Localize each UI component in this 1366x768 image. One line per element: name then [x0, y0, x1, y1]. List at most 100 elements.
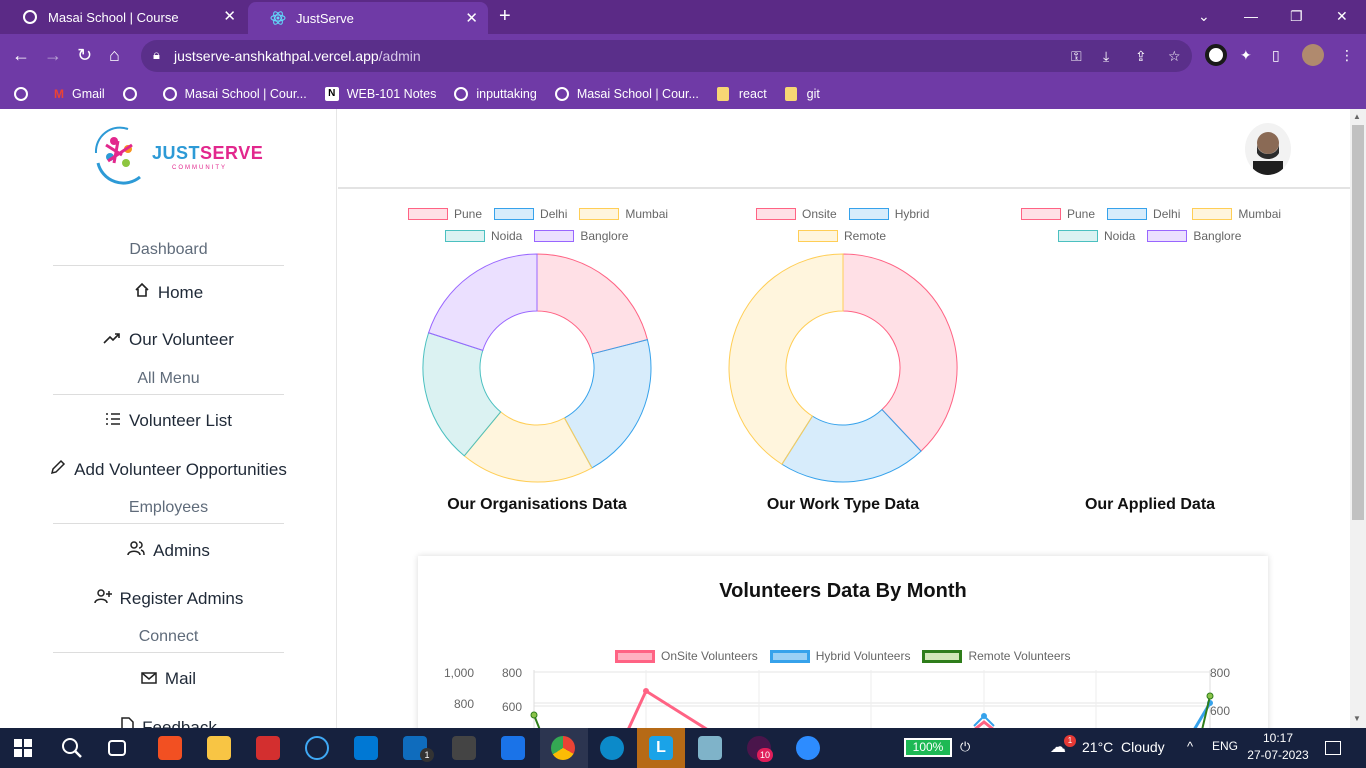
legend-label: Noida: [491, 229, 523, 243]
bookmark-label: git: [806, 86, 820, 101]
sidebar-item-admins[interactable]: Admins: [0, 540, 337, 561]
bookmark-inputtaking[interactable]: inputtaking: [454, 86, 537, 101]
install-icon[interactable]: ⤓: [1103, 47, 1109, 65]
clock-time[interactable]: 10:17: [1250, 731, 1306, 745]
forward-icon[interactable]: →: [44, 44, 62, 66]
battery-indicator[interactable]: 100%: [904, 738, 952, 757]
clock-date[interactable]: 27-07-2023: [1245, 748, 1311, 762]
minimize-icon[interactable]: —: [1244, 8, 1258, 24]
reload-icon[interactable]: ↻: [77, 44, 92, 66]
close-tab-icon[interactable]: ✕: [223, 9, 236, 25]
l-app-icon[interactable]: L: [649, 736, 673, 760]
github-icon[interactable]: [452, 736, 476, 760]
doughnut-slice-banglore[interactable]: [427, 253, 538, 352]
brand-serve: SERVE: [200, 143, 264, 163]
weather-text[interactable]: 21°C Cloudy: [1082, 739, 1165, 755]
sidebar-item-add-opportunities[interactable]: Add Volunteer Opportunities: [0, 459, 337, 480]
bookmark-apps[interactable]: [14, 86, 36, 101]
bookmark-gmail[interactable]: M Gmail: [54, 87, 105, 101]
onsite-point: [643, 688, 649, 694]
profile-avatar[interactable]: [1302, 44, 1324, 66]
notification-icon[interactable]: [1325, 741, 1341, 755]
back-icon[interactable]: ←: [12, 44, 30, 66]
edge-icon[interactable]: [600, 736, 624, 760]
vscode-icon[interactable]: [354, 736, 378, 760]
language-indicator[interactable]: ENG: [1212, 739, 1238, 753]
sidebar-item-our-volunteer[interactable]: Our Volunteer: [0, 330, 337, 350]
organisations-chart-title: Our Organisations Data: [447, 496, 627, 513]
bookmark-label: Masai School | Cour...: [184, 86, 307, 101]
legend-applied-2: Noida Banglore: [1058, 229, 1241, 243]
restore-icon[interactable]: ❐: [1290, 8, 1303, 25]
legend-swatch: [1107, 208, 1148, 220]
store-icon[interactable]: [158, 736, 182, 760]
extension-icon[interactable]: [1205, 44, 1227, 66]
bookmark-label: Masai School | Cour...: [576, 86, 699, 101]
bookmark-masai-2[interactable]: Masai School | Cour...: [554, 86, 699, 101]
sidebar-item-home[interactable]: Home: [0, 282, 337, 303]
users-icon: [127, 540, 145, 561]
sidebar-item-register-admins[interactable]: Register Admins: [0, 588, 337, 609]
zoom-icon[interactable]: [796, 736, 820, 760]
sidebar-item-label: Mail: [164, 669, 197, 688]
slack-badge: 10: [757, 748, 773, 762]
scroll-up-icon[interactable]: ▲: [1353, 112, 1361, 121]
tab-justserve[interactable]: JustServe ✕: [248, 2, 488, 34]
file-explorer-icon[interactable]: [207, 736, 231, 760]
tab-masai[interactable]: Masai School | Course ✕: [0, 0, 246, 34]
sidebar: JUSTSERVE COMMUNITY Dashboard Home Our V…: [0, 109, 337, 728]
c-app-icon[interactable]: [305, 736, 329, 760]
sidebar-item-mail[interactable]: Mail: [0, 669, 337, 689]
globe-icon: [22, 9, 38, 25]
doughnut-slice-pune[interactable]: [536, 253, 649, 355]
gmail-icon: M: [54, 86, 64, 101]
show-hidden-icons[interactable]: ^: [1187, 739, 1193, 754]
windows-start-icon[interactable]: [14, 739, 32, 757]
page-content: JUSTSERVE COMMUNITY Dashboard Home Our V…: [0, 109, 1366, 728]
bookmark-git[interactable]: git: [784, 86, 820, 101]
menu-kebab-icon[interactable]: ⋮: [1340, 46, 1354, 64]
url-bar[interactable]: 🔒︎ justserve-anshkathpal.vercel.app/admi…: [141, 40, 1192, 72]
browser-tab-strip: Masai School | Course ✕ JustServe ✕ + ⌄ …: [0, 0, 1366, 34]
admin-avatar[interactable]: [1245, 123, 1291, 175]
doughnut-slice-onsite[interactable]: [842, 253, 958, 452]
task-view-icon[interactable]: [108, 740, 126, 756]
close-tab-icon[interactable]: ✕: [465, 11, 478, 27]
bookmark-globe[interactable]: [122, 86, 145, 101]
remote-point: [1206, 692, 1214, 700]
close-window-icon[interactable]: ✕: [1336, 8, 1348, 25]
bookmark-react[interactable]: react: [716, 86, 767, 101]
legend-label: Mumbai: [625, 207, 669, 221]
scroll-down-icon[interactable]: ▼: [1353, 714, 1361, 723]
extensions-puzzle-icon[interactable]: ✦: [1240, 46, 1252, 64]
applied-chart-title: Our Applied Data: [1084, 496, 1216, 513]
new-tab-button[interactable]: +: [499, 6, 511, 26]
page-scrollbar[interactable]: ▲ ▼: [1350, 109, 1366, 728]
notepad-icon[interactable]: [698, 736, 722, 760]
shield-app-icon[interactable]: [501, 736, 525, 760]
bookmark-masai-1[interactable]: Masai School | Cour...: [162, 86, 307, 101]
chrome-icon[interactable]: [551, 736, 575, 760]
legend-worktype-2: Remote: [798, 229, 886, 243]
legend-org-2: Noida Banglore: [445, 229, 628, 243]
bookmark-web101[interactable]: N WEB-101 Notes: [324, 86, 436, 101]
legend-swatch: [615, 649, 655, 663]
legend-label: Noida: [1104, 229, 1136, 243]
legend-swatch: [445, 230, 485, 242]
globe-icon: [14, 86, 28, 101]
scrollbar-thumb[interactable]: [1352, 125, 1364, 520]
justserve-logo[interactable]: JUSTSERVE COMMUNITY: [88, 121, 263, 189]
tab-search-icon[interactable]: ⌄: [1198, 8, 1210, 25]
home-icon[interactable]: ⌂: [109, 44, 120, 66]
legend-label: Remote Volunteers: [968, 649, 1071, 663]
wps-icon[interactable]: [256, 736, 280, 760]
sidebar-item-volunteer-list[interactable]: Volunteer List: [0, 411, 337, 431]
windows-taskbar: 1 L 10 100% ⏻ ☁ 1 21°C Cloudy ^ ENG 10:1…: [0, 728, 1366, 768]
bookmark-star-icon[interactable]: ☆: [1168, 47, 1181, 65]
search-icon[interactable]: [61, 737, 83, 759]
side-panel-icon[interactable]: ▯: [1272, 46, 1280, 64]
key-icon[interactable]: ⚿: [1071, 47, 1082, 65]
folder-icon: [716, 86, 729, 101]
share-icon[interactable]: ⇪: [1135, 47, 1147, 65]
sidebar-item-feedback[interactable]: Feedback: [0, 717, 337, 728]
